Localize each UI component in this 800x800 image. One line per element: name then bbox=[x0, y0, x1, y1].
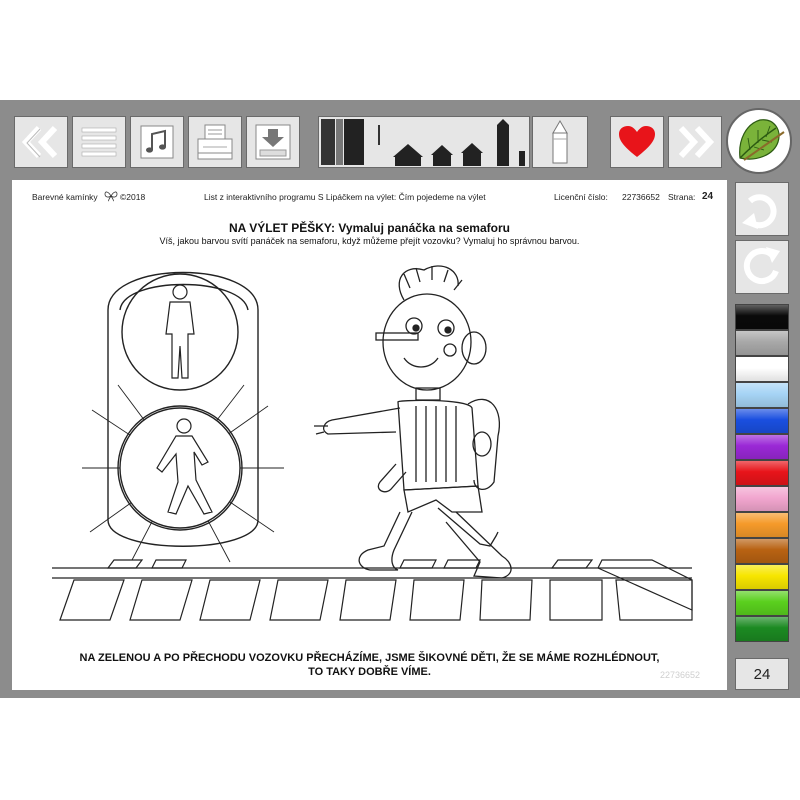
traffic-light bbox=[82, 271, 284, 563]
pedestrian-crossing bbox=[52, 559, 693, 621]
favorite-button[interactable] bbox=[610, 116, 664, 168]
music-note-icon bbox=[140, 125, 174, 159]
double-chevron-right-icon bbox=[678, 125, 715, 159]
color-swatch[interactable] bbox=[735, 356, 789, 382]
undo-button[interactable] bbox=[735, 182, 789, 236]
header-copyright: ©2018 bbox=[120, 192, 146, 202]
print-button[interactable] bbox=[188, 116, 242, 168]
color-swatch[interactable] bbox=[735, 486, 789, 512]
header-program: List z interaktivního programu S Lipáčke… bbox=[204, 192, 486, 202]
butterfly-icon bbox=[104, 191, 118, 202]
menu-lines-icon bbox=[81, 127, 117, 157]
color-swatch[interactable] bbox=[735, 382, 789, 408]
reset-button[interactable] bbox=[735, 240, 789, 294]
worksheet-instruction: Víš, jakou barvou svítí panáček na semaf… bbox=[159, 236, 580, 246]
undo-arrow-icon bbox=[742, 194, 777, 229]
color-swatch[interactable] bbox=[735, 616, 789, 642]
city-skyline-icon bbox=[321, 119, 525, 166]
header-license-label: Licenční číslo: bbox=[554, 192, 608, 202]
printer-icon bbox=[197, 124, 233, 160]
color-swatch[interactable] bbox=[735, 408, 789, 434]
header-page-label: Strana: bbox=[668, 192, 696, 202]
worksheet-title: NA VÝLET PĚŠKY: Vymaluj panáčka na semaf… bbox=[229, 221, 510, 235]
coloring-illustration[interactable] bbox=[12, 250, 727, 630]
heart-icon bbox=[619, 126, 655, 157]
crayon-icon bbox=[552, 120, 568, 164]
color-swatch[interactable] bbox=[735, 304, 789, 330]
menu-button[interactable] bbox=[72, 116, 126, 168]
crayon-button[interactable] bbox=[532, 116, 588, 168]
color-swatch[interactable] bbox=[735, 434, 789, 460]
scene-selector[interactable] bbox=[318, 116, 530, 168]
header-brand: Barevné kamínky bbox=[32, 192, 98, 202]
back-button[interactable] bbox=[14, 116, 68, 168]
color-swatch[interactable] bbox=[735, 564, 789, 590]
color-swatch[interactable] bbox=[735, 512, 789, 538]
color-swatch[interactable] bbox=[735, 538, 789, 564]
boy-character bbox=[314, 265, 512, 579]
watermark: 22736652 bbox=[660, 670, 701, 680]
music-button[interactable] bbox=[130, 116, 184, 168]
header-page-number: 24 bbox=[702, 191, 714, 202]
logo[interactable] bbox=[726, 108, 792, 174]
standing-figure-icon bbox=[165, 284, 195, 379]
verse-line-1: NA ZELENOU A PO PŘECHODU VOZOVKU PŘECHÁZ… bbox=[79, 652, 660, 664]
download-icon bbox=[255, 124, 291, 160]
header-license-number: 22736652 bbox=[622, 192, 660, 202]
verse-line-2: TO TAKY DOBŘE VÍME. bbox=[308, 666, 431, 678]
page-indicator: 24 bbox=[735, 658, 789, 690]
color-swatch[interactable] bbox=[735, 330, 789, 356]
save-button[interactable] bbox=[246, 116, 300, 168]
color-swatch[interactable] bbox=[735, 590, 789, 616]
reset-circle-icon bbox=[743, 247, 780, 285]
double-chevron-left-icon bbox=[21, 125, 58, 159]
worksheet-page: Barevné kamínky ©2018 List z interaktivn… bbox=[12, 180, 727, 690]
forward-button[interactable] bbox=[668, 116, 722, 168]
linden-leaf-icon bbox=[739, 119, 785, 161]
color-swatch[interactable] bbox=[735, 460, 789, 486]
